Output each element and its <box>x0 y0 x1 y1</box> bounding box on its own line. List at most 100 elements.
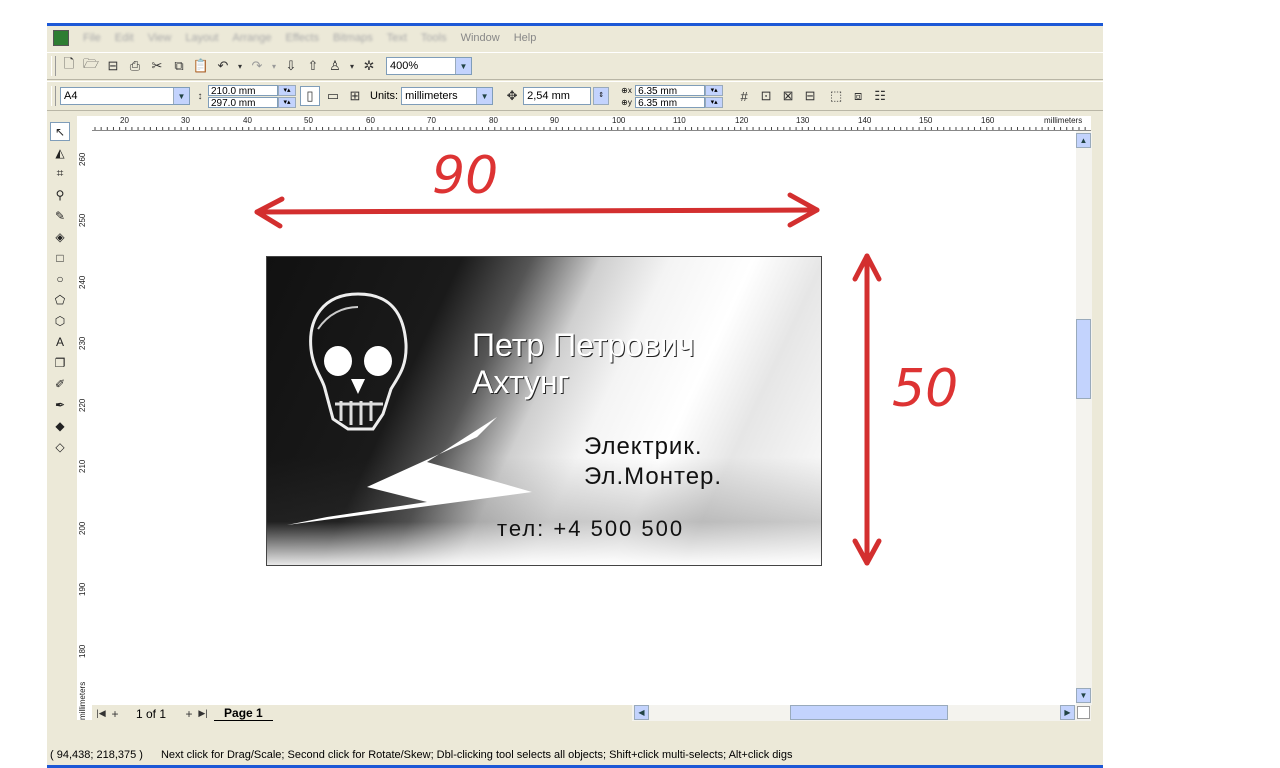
ellipse-tool-icon[interactable]: ○ <box>50 269 70 288</box>
eyedropper-tool-icon[interactable]: ✐ <box>50 374 70 393</box>
interactive-fill-tool-icon[interactable]: ◇ <box>50 437 70 456</box>
application-launcher-icon[interactable]: ♙ <box>326 57 344 75</box>
smart-fill-tool-icon[interactable]: ◈ <box>50 227 70 246</box>
width-spin-button[interactable]: ▾▴ <box>278 84 296 96</box>
set-default-page-icon[interactable]: ⊞ <box>346 87 364 105</box>
dup-y-field[interactable]: 6.35 mm <box>635 96 706 109</box>
treat-as-filled-icon[interactable]: ⬚ <box>827 87 845 105</box>
ruler-tick: 200 <box>78 521 87 535</box>
save-icon[interactable]: ⊟ <box>104 57 122 75</box>
horizontal-scroll-thumb[interactable] <box>790 705 948 720</box>
propertybar-grip[interactable] <box>51 86 56 106</box>
menu-text[interactable]: Text <box>387 32 407 44</box>
paste-icon[interactable]: 📋 <box>192 57 210 75</box>
polygon-tool-icon[interactable]: ⬠ <box>50 290 70 309</box>
app-icon[interactable] <box>53 30 69 46</box>
redo-icon[interactable]: ↷ <box>248 57 266 75</box>
rectangle-tool-icon[interactable]: □ <box>50 248 70 267</box>
menu-tools[interactable]: Tools <box>421 32 447 44</box>
vertical-scrollbar[interactable]: ▲ ▼ <box>1076 131 1092 705</box>
interactive-blend-tool-icon[interactable]: ❐ <box>50 353 70 372</box>
cut-icon[interactable]: ✂ <box>148 57 166 75</box>
landscape-icon[interactable]: ▭ <box>324 87 342 105</box>
menu-file[interactable]: File <box>83 32 101 44</box>
units-label: Units: <box>370 90 399 102</box>
shape-tool-icon[interactable]: ◭ <box>50 143 70 162</box>
redo-dropdown-icon[interactable]: ▾ <box>270 57 278 75</box>
page-width-field[interactable]: 210.0 mm <box>208 84 278 97</box>
chevron-down-icon[interactable]: ▼ <box>455 58 471 74</box>
menu-help[interactable]: Help <box>514 32 537 44</box>
menu-bitmaps[interactable]: Bitmaps <box>333 32 373 44</box>
dup-y-spin-button[interactable]: ▾▴ <box>705 96 724 108</box>
freehand-tool-icon[interactable]: ✎ <box>50 206 70 225</box>
crop-tool-icon[interactable]: ⌗ <box>50 164 70 183</box>
vertical-scroll-thumb[interactable] <box>1076 319 1091 399</box>
menu-edit[interactable]: Edit <box>115 32 134 44</box>
units-combo[interactable]: millimeters ▼ <box>401 87 494 105</box>
add-page-before-icon[interactable]: + <box>110 705 120 723</box>
scroll-up-icon[interactable]: ▲ <box>1076 133 1091 148</box>
outline-tool-icon[interactable]: ✒ <box>50 395 70 414</box>
launcher-dropdown-icon[interactable]: ▾ <box>348 57 356 75</box>
options-icon[interactable]: ☷ <box>871 87 889 105</box>
page-width-icon: ↕ <box>197 90 203 102</box>
chevron-down-icon[interactable]: ▼ <box>173 88 189 104</box>
fill-tool-icon[interactable]: ◆ <box>50 416 70 435</box>
ruler-corner[interactable] <box>77 116 93 131</box>
zoom-tool-icon[interactable]: ⚲ <box>50 185 70 204</box>
menu-view[interactable]: View <box>148 32 172 44</box>
zoom-levels-combo[interactable]: 400% ▼ <box>386 57 472 75</box>
new-icon[interactable]: 🗋 <box>60 56 78 75</box>
open-icon[interactable]: 🗁 <box>82 56 100 75</box>
snap-to-grid-icon[interactable]: # <box>735 87 753 105</box>
pick-tool-icon[interactable]: ↖ <box>50 122 70 141</box>
portrait-icon[interactable]: ▯ <box>300 86 320 106</box>
corel-online-icon[interactable]: ✲ <box>360 57 378 75</box>
nudge-icon: ✥ <box>506 88 518 103</box>
horizontal-scrollbar[interactable]: ◀ ▶ <box>632 705 1091 721</box>
menu-effects[interactable]: Effects <box>286 32 319 44</box>
menu-arrange[interactable]: Arrange <box>232 32 271 44</box>
add-page-after-icon[interactable]: + <box>184 705 194 723</box>
ruler-unit: millimeters <box>78 681 87 720</box>
undo-dropdown-icon[interactable]: ▾ <box>236 57 244 75</box>
page-size-combo[interactable]: A4 ▼ <box>60 87 190 105</box>
horizontal-ruler[interactable]: 20 30 40 50 60 70 80 90 100 110 120 130 … <box>92 116 1091 131</box>
print-icon[interactable]: ⎙ <box>126 57 144 75</box>
menu-window[interactable]: Window <box>461 32 500 44</box>
nudge-spin-button[interactable]: ⇕ <box>593 87 610 105</box>
zoom-value: 400% <box>390 60 419 72</box>
vertical-ruler[interactable]: 260 250 240 230 220 210 200 190 180 mill… <box>77 130 93 720</box>
import-icon[interactable]: ⇩ <box>282 57 300 75</box>
first-page-icon[interactable]: |◀ <box>96 705 106 723</box>
tab-page-1[interactable]: Page 1 <box>214 706 273 721</box>
nudge-offset-field[interactable]: 2,54 mm <box>523 87 592 105</box>
basic-shapes-tool-icon[interactable]: ⬡ <box>50 311 70 330</box>
last-page-icon[interactable]: ▶| <box>198 705 208 723</box>
dup-x-field[interactable]: 6.35 mm <box>635 84 706 97</box>
page-counter: 1 of 1 <box>136 706 167 721</box>
scroll-down-icon[interactable]: ▼ <box>1076 688 1091 703</box>
export-icon[interactable]: ⇧ <box>304 57 322 75</box>
ruler-ticks <box>94 127 1086 130</box>
ruler-tick: 230 <box>78 336 87 350</box>
snap-to-guidelines-icon[interactable]: ⊡ <box>757 87 775 105</box>
page-height-field[interactable]: 297.0 mm <box>208 96 278 109</box>
page-size-value: A4 <box>64 90 78 102</box>
toolbar-grip[interactable] <box>51 56 56 76</box>
scroll-left-icon[interactable]: ◀ <box>634 705 649 720</box>
copy-icon[interactable]: ⧉ <box>170 57 188 75</box>
undo-icon[interactable]: ↶ <box>214 57 232 75</box>
scroll-right-icon[interactable]: ▶ <box>1060 705 1075 720</box>
chevron-down-icon[interactable]: ▼ <box>476 88 493 104</box>
dup-x-spin-button[interactable]: ▾▴ <box>705 84 724 96</box>
height-spin-button[interactable]: ▾▴ <box>278 96 296 108</box>
edit-across-layers-icon[interactable]: ⧈ <box>849 87 867 105</box>
text-tool-icon[interactable]: A <box>50 332 70 351</box>
navigator-icon[interactable] <box>1077 706 1090 719</box>
drawing-canvas[interactable]: Петр Петрович Ахтунг Электрик. Эл.Монтер… <box>92 131 1076 705</box>
snap-to-objects-icon[interactable]: ⊠ <box>779 87 797 105</box>
dynamic-guides-icon[interactable]: ⊟ <box>801 87 819 105</box>
menu-layout[interactable]: Layout <box>185 32 218 44</box>
